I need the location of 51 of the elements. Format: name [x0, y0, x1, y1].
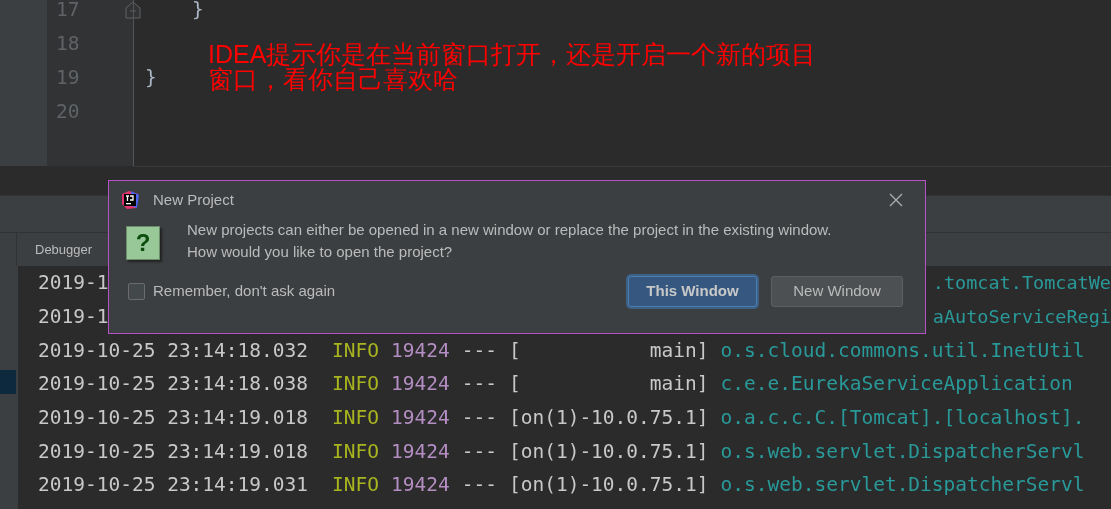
remember-label: Remember, don't ask again	[153, 281, 336, 302]
log-thread: [on(1)-10.0.75.1]	[508, 472, 709, 499]
app-logo-icon	[120, 190, 140, 210]
annotation-text: IDEA提示你是在当前窗口打开，还是开启一个新的项目	[208, 42, 817, 67]
selection-marker	[0, 370, 16, 394]
log-timestamp: 2019-10-25 23:14:19.018	[38, 404, 309, 431]
log-pid: 19424	[391, 371, 450, 398]
log-logger: aAutoServiceRegi	[932, 304, 1111, 329]
remember-checkbox[interactable]	[128, 283, 145, 300]
log-level: INFO	[332, 472, 379, 499]
log-logger: o.s.cloud.commons.util.InetUtil	[720, 337, 1085, 364]
log-level: INFO	[332, 337, 379, 364]
log-pid: 19424	[391, 472, 450, 499]
code-line: }	[145, 65, 157, 92]
log-timestamp: 2019-10-25 23:14:19.031	[38, 472, 309, 499]
log-thread: [ main]	[508, 337, 709, 364]
debugger-tab[interactable]: Debugger	[17, 233, 109, 266]
dialog-button[interactable]: This Window	[628, 276, 757, 307]
log-separator: ---	[461, 371, 497, 398]
dialog-button[interactable]: New Window	[771, 276, 903, 307]
log-level: INFO	[332, 371, 379, 398]
log-thread: [ main]	[508, 371, 709, 398]
question-icon: ?	[126, 226, 160, 260]
log-timestamp: 2019-10-25 23:14:19.018	[38, 438, 309, 465]
code-line: }	[190, 0, 204, 24]
log-pid: 19424	[391, 438, 450, 465]
annotation-text: 窗口，看你自己喜欢哈	[208, 67, 458, 92]
log-timestamp: 2019-1	[38, 303, 109, 330]
close-icon[interactable]	[889, 193, 903, 207]
log-separator: ---	[461, 404, 497, 431]
log-separator: ---	[461, 472, 497, 499]
log-thread: [on(1)-10.0.75.1]	[508, 404, 709, 431]
log-timestamp: 2019-10-25 23:14:18.032	[38, 337, 309, 364]
log-logger: o.s.web.servlet.DispatcherServl	[720, 438, 1085, 465]
log-level: INFO	[332, 438, 379, 465]
dialog-title: New Project	[153, 189, 234, 210]
log-pid: 19424	[391, 337, 450, 364]
fold-icon[interactable]	[125, 1, 141, 19]
log-separator: ---	[461, 438, 497, 465]
log-level: INFO	[332, 404, 379, 431]
log-timestamp: 2019-1	[38, 270, 109, 297]
log-logger: c.e.e.EurekaServiceApplication	[720, 371, 1073, 398]
dialog-message: How would you like to open the project?	[187, 242, 454, 262]
log-logger: .tomcat.TomcatWe	[932, 270, 1111, 295]
dialog-message: New projects can either be opened in a new window or replace the project in the existing window.	[187, 220, 832, 240]
log-pid: 19424	[391, 404, 450, 431]
log-timestamp: 2019-10-25 23:14:18.038	[38, 371, 309, 398]
log-logger: o.s.web.servlet.DispatcherServl	[720, 472, 1085, 499]
log-thread: [on(1)-10.0.75.1]	[508, 438, 709, 465]
log-logger: o.a.c.c.C.[Tomcat].[localhost].	[720, 404, 1085, 431]
log-separator: ---	[461, 337, 497, 364]
